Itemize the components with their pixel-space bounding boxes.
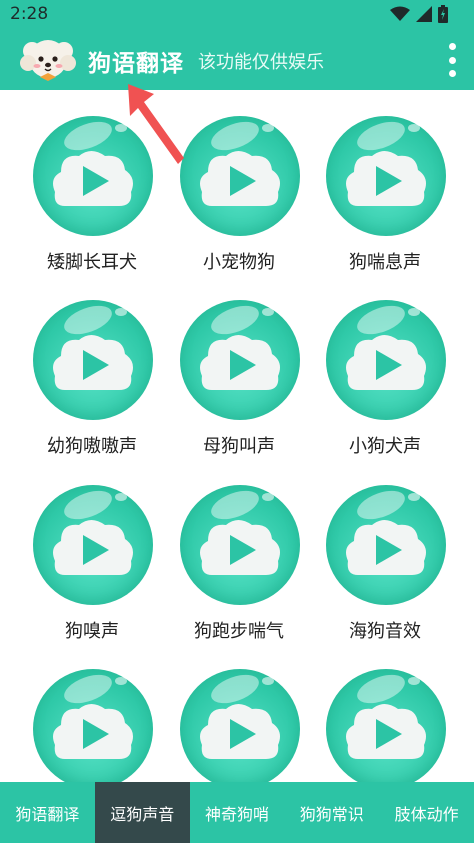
- sound-label: 狗喘息声: [349, 252, 421, 273]
- play-button[interactable]: [180, 116, 300, 236]
- play-button[interactable]: [180, 485, 300, 605]
- sound-tile[interactable]: [310, 643, 460, 782]
- bubble-shine: [262, 677, 274, 685]
- nav-tab[interactable]: 狗狗常识: [284, 782, 379, 843]
- sound-label: 小狗犬声: [349, 436, 421, 457]
- play-button[interactable]: [326, 300, 446, 420]
- play-button[interactable]: [33, 300, 153, 420]
- play-button[interactable]: [33, 485, 153, 605]
- dog-avatar-icon: [20, 40, 76, 81]
- more-vert-icon[interactable]: [444, 43, 460, 77]
- bubble-shine: [262, 308, 274, 316]
- app-bar: 狗语翻译 该功能仅供娱乐: [0, 29, 474, 90]
- sound-label: 幼狗嗷嗷声: [47, 436, 137, 457]
- status-time: 2:28: [10, 4, 49, 24]
- bubble-shine: [408, 493, 420, 501]
- play-icon: [53, 704, 133, 759]
- wifi-icon: [390, 6, 410, 21]
- sound-label: 小宠物狗: [203, 252, 275, 273]
- bottom-nav: 狗语翻译 逗狗声音 神奇狗哨 狗狗常识 肢体动作: [0, 782, 474, 843]
- bubble-shine: [115, 493, 127, 501]
- play-icon: [346, 335, 426, 390]
- sound-tile[interactable]: 小宠物狗: [164, 90, 314, 273]
- bubble-shine: [408, 677, 420, 685]
- sound-label: 狗跑步喘气: [194, 621, 284, 642]
- nav-tab[interactable]: 狗语翻译: [0, 782, 95, 843]
- play-button[interactable]: [180, 669, 300, 782]
- play-icon: [346, 704, 426, 759]
- play-icon: [53, 520, 133, 575]
- sound-label: 狗嗅声: [65, 621, 119, 642]
- signal-icon: [416, 6, 432, 22]
- battery-icon: [438, 5, 448, 23]
- sound-tile[interactable]: 母狗叫声: [164, 274, 314, 457]
- play-button[interactable]: [326, 116, 446, 236]
- sound-tile[interactable]: 幼狗嗷嗷声: [17, 274, 167, 457]
- app-title: 狗语翻译: [88, 51, 184, 77]
- sound-tile[interactable]: 狗跑步喘气: [164, 459, 314, 642]
- bubble-shine: [115, 124, 127, 132]
- sound-tile[interactable]: 狗嗅声: [17, 459, 167, 642]
- sound-tile[interactable]: 矮脚长耳犬: [17, 90, 167, 273]
- sound-label: 母狗叫声: [203, 436, 275, 457]
- bubble-shine: [115, 308, 127, 316]
- status-bar: 2:28: [0, 0, 474, 29]
- play-icon: [346, 151, 426, 206]
- sound-tile[interactable]: 海狗音效: [310, 459, 460, 642]
- play-button[interactable]: [33, 116, 153, 236]
- sound-label: 海狗音效: [349, 621, 421, 642]
- sound-grid: 矮脚长耳犬 小宠物狗 狗喘息声幼狗嗷嗷声 母狗叫声 小狗犬声狗嗅声 狗跑步喘气 海狗音效: [0, 90, 474, 782]
- app-subtitle: 该功能仅供娱乐: [198, 52, 324, 73]
- bubble-shine: [262, 124, 274, 132]
- bubble-shine: [408, 308, 420, 316]
- bubble-shine: [408, 124, 420, 132]
- nav-tab[interactable]: 逗狗声音: [94, 782, 190, 843]
- sound-tile[interactable]: [164, 643, 314, 782]
- status-icons: [390, 4, 448, 24]
- bubble-shine: [262, 493, 274, 501]
- play-icon: [200, 704, 280, 759]
- play-icon: [53, 151, 133, 206]
- play-icon: [200, 151, 280, 206]
- nav-tab[interactable]: 肢体动作: [379, 782, 474, 843]
- play-icon: [346, 520, 426, 575]
- play-icon: [200, 520, 280, 575]
- play-icon: [200, 335, 280, 390]
- play-button[interactable]: [326, 669, 446, 782]
- bubble-shine: [115, 677, 127, 685]
- play-button[interactable]: [180, 300, 300, 420]
- nav-tab[interactable]: 神奇狗哨: [190, 782, 285, 843]
- sound-tile[interactable]: 狗喘息声: [310, 90, 460, 273]
- sound-tile[interactable]: [17, 643, 167, 782]
- sound-tile[interactable]: 小狗犬声: [310, 274, 460, 457]
- play-icon: [53, 335, 133, 390]
- sound-label: 矮脚长耳犬: [47, 252, 137, 273]
- play-button[interactable]: [33, 669, 153, 782]
- play-button[interactable]: [326, 485, 446, 605]
